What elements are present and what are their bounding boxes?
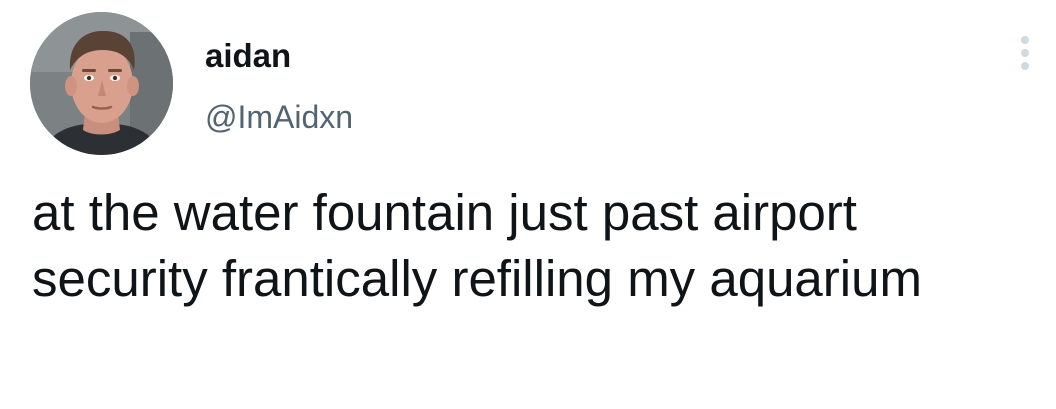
- more-options-button[interactable]: [1008, 30, 1042, 76]
- avatar[interactable]: [30, 12, 173, 155]
- author-handle[interactable]: @ImAidxn: [205, 98, 353, 136]
- more-vertical-icon: [1021, 36, 1029, 70]
- avatar-photo: [30, 12, 173, 155]
- author-display-name[interactable]: aidan: [205, 36, 291, 76]
- tweet-text: at the water fountain just past airport …: [32, 184, 922, 307]
- tweet-card: aidan @ImAidxn at the water fountain jus…: [0, 0, 1056, 409]
